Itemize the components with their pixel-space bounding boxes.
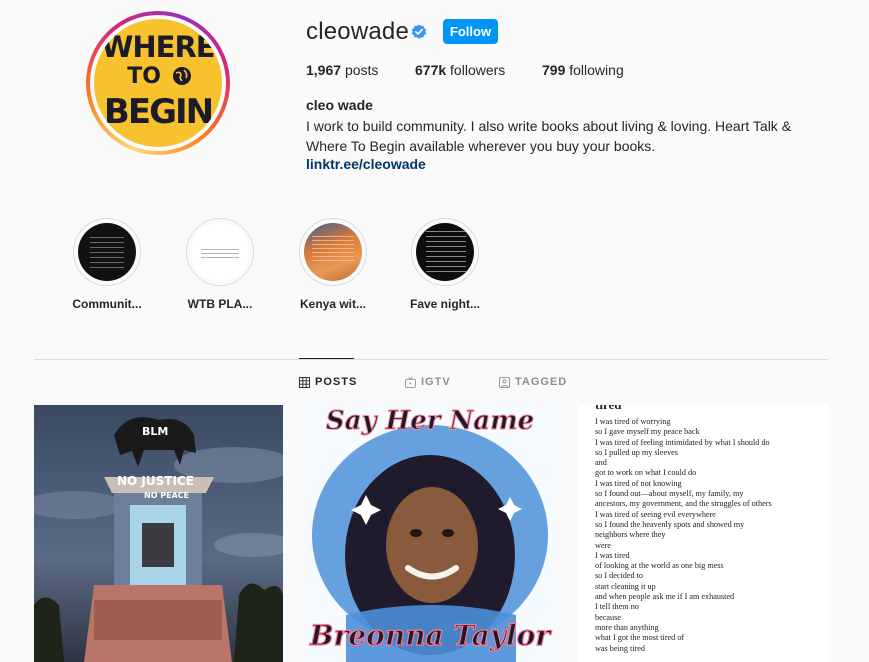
tab-igtv[interactable]: IGTV [405, 376, 451, 388]
post-text-breonna-taylor: Breonna Taylor [309, 619, 552, 652]
follow-button[interactable]: Follow [443, 19, 498, 44]
poem-line: neighbors where they [595, 530, 666, 540]
followers-count-stat[interactable]: 677k followers [415, 62, 505, 78]
globe-icon [172, 67, 191, 85]
avatar-word-to: TO [94, 66, 222, 88]
poem-line: I was tired of feeling intimidated by wh… [595, 437, 770, 447]
poem-line: more than anything [595, 622, 659, 632]
highlight-item[interactable]: Communit... [69, 218, 145, 311]
poem-line: so I pulled up my sleeves [595, 447, 678, 457]
profile-link[interactable]: linktr.ee/cleowade [306, 156, 426, 172]
verified-badge-icon [411, 24, 427, 39]
highlight-label: Fave night... [409, 297, 480, 311]
profile-username: cleowade [306, 18, 410, 45]
poem-title: tired [595, 405, 621, 413]
highlight-item[interactable]: WTB PLA... [182, 218, 258, 311]
poem-line: what I got the most tired of [595, 633, 685, 643]
highlight-label: Kenya wit... [299, 297, 367, 311]
highlight-cover [299, 218, 367, 286]
tab-tagged[interactable]: TAGGED [499, 376, 567, 388]
post-thumbnail[interactable]: BLM NO JUSTICE NO PEACE [34, 405, 283, 662]
highlight-cover [73, 218, 141, 286]
avatar-word-begin: BEGIN [103, 92, 214, 132]
highlight-cover [411, 218, 479, 286]
post-text-blm: BLM [142, 425, 168, 438]
post-thumbnail[interactable]: tired I was tired of worryingso I gave m… [579, 405, 828, 662]
following-count-stat[interactable]: 799 following [542, 62, 624, 78]
tab-posts[interactable]: POSTS [299, 376, 357, 388]
poem-line: ancestors, my government, and the strugg… [595, 499, 772, 509]
grid-icon [299, 376, 310, 388]
post-image-portrait: Say Her Name Breonna Taylor [306, 405, 555, 662]
highlight-cover [186, 218, 254, 286]
post-thumbnail[interactable]: Say Her Name Breonna Taylor [306, 405, 555, 662]
post-text-no-peace: NO PEACE [144, 491, 189, 500]
poem-line: I tell them no [595, 602, 639, 612]
poem-line: I was tired of not knowing [595, 478, 682, 488]
post-text-say-her-name: Say Her Name [326, 406, 534, 436]
poem-line: were [595, 540, 611, 550]
highlight-item[interactable]: Fave night... [407, 218, 483, 311]
poem-line: so I found the heavenly spots and showed… [595, 519, 745, 529]
poem-line: start cleaning it up [595, 581, 656, 591]
post-text-no-justice: NO JUSTICE [117, 474, 194, 488]
profile-avatar[interactable]: WHERE TO BEGIN [86, 11, 230, 155]
highlight-label: Communit... [72, 297, 142, 311]
avatar-word-where: WHERE [101, 30, 215, 64]
poem-line: and when people ask me if I am exhausted [595, 592, 735, 602]
highlight-label: WTB PLA... [187, 297, 253, 311]
poem-line: because [595, 612, 621, 622]
profile-full-name: cleo wade [306, 97, 373, 113]
avatar-image: WHERE TO BEGIN [94, 19, 222, 147]
poem-text: I was tired of worrying so I gave myself … [579, 417, 772, 654]
poem-line: got to work on what I could do [595, 468, 697, 478]
poem-line: was being tired [595, 643, 646, 653]
poem-line: I was tired [595, 550, 630, 560]
poem-line: so I gave myself my peace back [595, 427, 700, 437]
tagged-icon [499, 376, 510, 388]
poem-line: so I decided to [595, 571, 643, 581]
igtv-icon [405, 376, 416, 388]
tabs-divider [34, 359, 828, 360]
post-image-monument: BLM NO JUSTICE NO PEACE [34, 405, 283, 662]
active-tab-indicator [299, 358, 354, 359]
posts-count-stat: 1,967 posts [306, 62, 379, 78]
poem-line: so I found out—about myself, my family, … [595, 489, 744, 499]
poem-line: I was tired of worrying [595, 417, 671, 426]
poem-line: and [595, 458, 607, 468]
highlight-item[interactable]: Kenya wit... [295, 218, 371, 311]
poem-line: I was tired of seeing evil everywhere [595, 509, 716, 519]
poem-line: of looking at the world as one big mess [595, 561, 724, 571]
profile-bio: I work to build community. I also write … [306, 118, 792, 154]
